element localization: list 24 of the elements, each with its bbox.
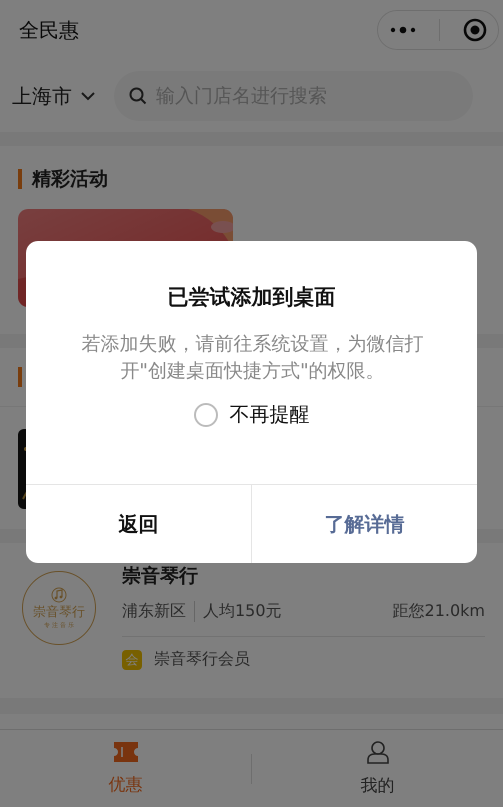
section-title: 精彩活动 [32, 167, 108, 192]
details-button[interactable]: 了解详情 [251, 485, 477, 563]
dialog-message: 若添加失败，请前往系统设置，为微信打开"创建桌面快捷方式"的权限。 [80, 332, 424, 384]
ticket-icon [112, 741, 138, 763]
store-distance: 距您21.0km [392, 601, 485, 622]
dialog-title: 已尝试添加到桌面 [168, 284, 336, 311]
person-icon [366, 740, 390, 764]
checkbox[interactable] [194, 402, 218, 426]
tab[interactable]: 我的 [252, 740, 503, 797]
store-district: 浦东新区 [122, 601, 195, 622]
close-target-icon[interactable] [462, 18, 486, 42]
store-price: 人均150元 [203, 601, 282, 622]
logo-text: 崇音琴行 [33, 604, 85, 620]
checkbox-label[interactable]: 不再提醒 [230, 401, 310, 428]
city-selector[interactable]: 上海市 [12, 82, 96, 110]
section-marker [18, 367, 22, 387]
chevron-down-icon [80, 91, 96, 101]
store-name: 崇音琴行 [122, 564, 199, 589]
music-note-icon [51, 586, 67, 602]
member-badge: 会 [122, 650, 142, 670]
member-label: 崇音琴行会员 [154, 649, 250, 670]
search-icon [128, 86, 148, 106]
app-title: 全民惠 [19, 16, 79, 44]
more-icon[interactable] [390, 26, 416, 34]
